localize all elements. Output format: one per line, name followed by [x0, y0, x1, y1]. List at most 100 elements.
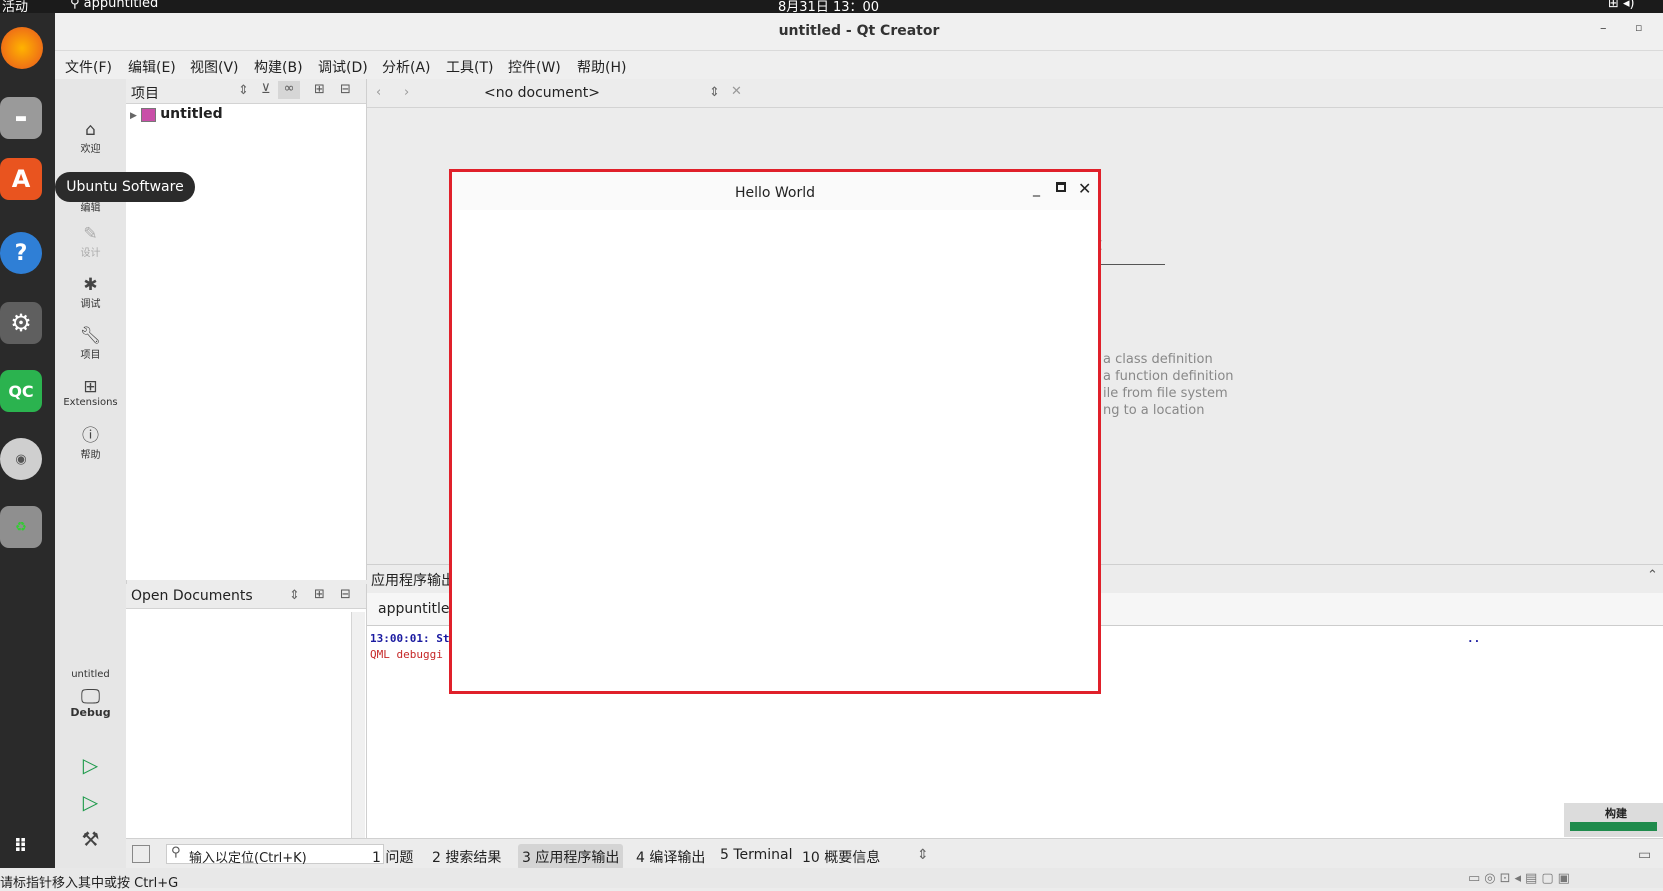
mode-welcome[interactable]: ⌂ 欢迎: [55, 120, 126, 155]
status-bar: ⚲ 输入以定位(Ctrl+K) 1 问题 2 搜索结果 3 应用程序输出 4 编…: [126, 838, 1663, 870]
output-title: 应用程序输出: [371, 573, 455, 589]
hello-world-title: Hello World: [734, 185, 816, 201]
disc-icon[interactable]: ◉: [0, 438, 42, 480]
mode-debug[interactable]: ✱ 调试: [55, 275, 126, 310]
build-progress-fill: [1570, 822, 1657, 831]
locator-hint-3: ile from file system: [1103, 386, 1228, 401]
home-icon: ⌂: [85, 120, 96, 140]
scrollbar[interactable]: [351, 612, 365, 838]
split-icon[interactable]: ⊞: [314, 82, 325, 97]
minimize-icon[interactable]: –: [1600, 21, 1607, 36]
menu-tools[interactable]: 工具(T): [446, 57, 493, 77]
locator-hint-4: ng to a location: [1103, 403, 1205, 418]
kit-selector[interactable]: untitled 🖵︎ Debug: [55, 669, 126, 719]
menu-build[interactable]: 构建(B): [254, 57, 303, 77]
tab-app-output[interactable]: 3 应用程序输出: [518, 844, 624, 870]
maximize-icon[interactable]: [1056, 182, 1066, 192]
expand-arrow-icon: ▶: [130, 111, 137, 121]
output-tab[interactable]: appuntitled: [378, 601, 458, 617]
window-titlebar: untitled - Qt Creator – ▫: [55, 13, 1663, 51]
mode-projects[interactable]: 🔧︎ 项目: [55, 326, 126, 361]
maximize-pane-icon[interactable]: ⌃: [1647, 568, 1658, 583]
menu-file[interactable]: 文件(F): [65, 57, 112, 77]
close-pane-icon[interactable]: ⊟: [340, 587, 351, 602]
kit-project: untitled: [71, 669, 110, 680]
tab-overview[interactable]: 10 概要信息: [802, 847, 880, 867]
maximize-icon[interactable]: ▫: [1635, 21, 1642, 34]
search-icon: ⚲: [171, 845, 181, 860]
menu-bar: 文件(F) 编辑(E) 视图(V) 构建(B) 调试(D) 分析(A) 工具(T…: [55, 51, 1663, 79]
hello-world-titlebar: Hello World _ ✕: [452, 172, 1098, 210]
split-icon[interactable]: ⊞: [314, 587, 325, 602]
dock: ▬ A ? ⚙ QC ◉ ♻ ⠿: [0, 13, 55, 876]
mode-extensions[interactable]: ⊞ Extensions: [55, 377, 126, 408]
tabs-more-icon[interactable]: ⇕: [917, 847, 929, 863]
run-button[interactable]: ▷: [55, 755, 126, 775]
trash-icon[interactable]: ♻: [0, 506, 42, 548]
mode-design[interactable]: ✎ 设计: [55, 224, 126, 259]
link-icon[interactable]: ∞: [278, 81, 300, 99]
menu-controls[interactable]: 控件(W): [508, 57, 561, 77]
project-name: untitled: [160, 106, 223, 122]
menu-help[interactable]: 帮助(H): [577, 57, 626, 77]
build-button[interactable]: ⚒: [55, 829, 126, 849]
app-name: appuntitled: [83, 0, 159, 11]
pen-icon: ✎: [83, 224, 98, 244]
projects-pane: 项目 ⇕ ⊻ ∞ ⊞ ⊟ ▶ untitled: [126, 79, 367, 580]
vm-status-icons: ▭◎⊡◂▤▢▣: [1468, 871, 1574, 886]
window-title: untitled - Qt Creator: [778, 23, 940, 39]
close-document-icon[interactable]: ✕: [731, 84, 742, 99]
debug-run-button[interactable]: ▷: [55, 792, 126, 812]
document-selector[interactable]: <no document>: [484, 85, 600, 101]
mode-help[interactable]: ⓘ 帮助: [55, 426, 126, 461]
locator-hint-2: a function definition: [1103, 369, 1234, 384]
collapse-icon[interactable]: ⊟: [340, 82, 351, 97]
selector-arrow-icon: ⇕: [289, 588, 300, 603]
locator-input[interactable]: ⚲ 输入以定位(Ctrl+K): [166, 844, 384, 866]
hello-world-window[interactable]: Hello World _ ✕: [449, 169, 1101, 694]
help-icon[interactable]: ?: [0, 232, 42, 274]
output-line-1-tail: ..: [1467, 632, 1481, 645]
tab-issues[interactable]: 1 问题: [372, 847, 413, 867]
locator-hint-1: a class definition: [1103, 352, 1213, 367]
menu-view[interactable]: 视图(V): [190, 57, 239, 77]
app-menu[interactable]: ⚲ appuntitled: [70, 0, 158, 11]
mode-edit-label: 编辑: [80, 203, 101, 214]
project-tree-item[interactable]: ▶ untitled: [130, 106, 223, 122]
run-icon: ▷: [82, 753, 99, 777]
projects-view-selector[interactable]: 项目: [131, 83, 159, 103]
project-icon: [141, 107, 157, 122]
projects-header: 项目 ⇕ ⊻ ∞ ⊞ ⊟: [126, 79, 366, 104]
settings-icon[interactable]: ⚙: [0, 302, 42, 344]
notifications-icon[interactable]: ▭: [1638, 847, 1651, 863]
ubuntu-software-icon[interactable]: A: [0, 158, 42, 200]
open-documents-pane: Open Documents ⇕ ⊞ ⊟: [126, 584, 367, 838]
locator-placeholder: 输入以定位(Ctrl+K): [189, 851, 307, 866]
minimize-icon[interactable]: _: [1033, 181, 1040, 197]
menu-edit[interactable]: 编辑(E): [128, 57, 176, 77]
sidebar-toggle-icon[interactable]: [132, 845, 150, 863]
debug-run-icon: ▷: [82, 790, 99, 814]
menu-debug[interactable]: 调试(D): [318, 57, 368, 77]
app-grid-icon[interactable]: ⠿: [0, 825, 42, 867]
back-icon[interactable]: ‹: [376, 85, 381, 100]
close-icon[interactable]: ✕: [1078, 179, 1091, 198]
filter-icon[interactable]: ⊻: [261, 82, 271, 97]
editor-toolbar: ‹ › <no document> ⇕ ✕: [367, 79, 1663, 108]
forward-icon[interactable]: ›: [404, 85, 409, 100]
vm-hint: 请标指针移入其中或按 Ctrl+G: [0, 876, 179, 891]
menu-analyze[interactable]: 分析(A): [382, 57, 431, 77]
firefox-icon[interactable]: [1, 27, 43, 69]
tab-search-results[interactable]: 2 搜索结果: [432, 847, 501, 867]
tab-compile-output[interactable]: 4 编译输出: [636, 847, 705, 867]
help-circle-icon: ⓘ: [82, 426, 99, 446]
output-line-1: 13:00:01: St: [370, 632, 450, 645]
open-documents-title[interactable]: Open Documents: [131, 588, 253, 604]
selector-arrow-icon: ⇕: [709, 85, 720, 100]
system-tray-icon[interactable]: ⊞ ◂): [1608, 0, 1635, 11]
extensions-icon: ⊞: [83, 377, 98, 397]
top-bar: 活动 ⚲ appuntitled 8月31日 13：00 ⊞ ◂): [0, 0, 1663, 15]
files-icon[interactable]: ▬: [0, 97, 42, 139]
qt-creator-icon[interactable]: QC: [0, 370, 42, 412]
tab-terminal[interactable]: 5 Terminal: [720, 847, 793, 863]
